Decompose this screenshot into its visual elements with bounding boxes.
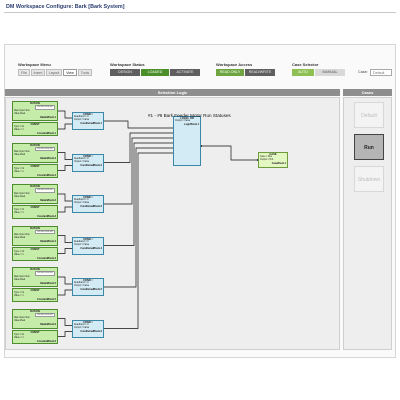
wire-data-to-cond [58,276,72,285]
case-manual-button[interactable]: MANUAL [315,69,345,76]
datain-block-name: DataInBlock.2 [40,157,56,161]
const-block-name: ConstantBlock.6 [37,339,56,343]
case-selector: AUTO MANUAL [292,69,345,76]
datain-block-name: DataInBlock.1 [40,115,56,119]
wire-const-to-cond [58,165,72,171]
wire-data-to-cond [58,318,72,326]
case-block-name: CaseBlock.1 [271,162,286,166]
status-activate-button[interactable]: ACTIVATE [170,69,200,76]
cond-block[interactable]: COND = Deadband = 0 Output = False Conditio… [72,112,104,130]
status-design-button[interactable]: DESIGN [110,69,140,76]
datain-block-name: DataInBlock.5 [40,281,56,285]
cases-panel: Default Run Shutdown [343,97,392,350]
const-block-name: ConstantBlock.3 [37,215,56,219]
datain-tag: FRGEDR3RJ6F [35,105,55,110]
datain-block[interactable]: DATAIN FRGEDR3RJ6F Raw Input: Run Value:Rea… [12,267,58,287]
menu-insert-button[interactable]: Insert [31,69,45,76]
wire-data-to-cond [58,193,72,202]
case-select[interactable]: Default [370,69,392,76]
const-block[interactable]: CONST Type = Int Value = 1 ConstantBlock.1 [12,122,58,136]
cond-block[interactable]: COND = Deadband = 0 Output = False Conditio… [72,278,104,296]
case-auto-button[interactable]: AUTO [292,69,314,76]
diagram-title: #1 - #6 Bark Feeder Motor Run Statuses [148,113,231,118]
menu-file-button[interactable]: File [18,69,30,76]
case-run-button[interactable]: Run [354,134,384,160]
datain-block[interactable]: DATAIN FRGEDR3RJ6F Raw Input: Run Value:Rea… [12,225,58,246]
datain-block[interactable]: DATAIN FRGEDR3RJ6F Raw Input: Run Value:Rea… [12,308,58,329]
cond-block[interactable]: COND = Deadband = 0 Output = False Conditio… [72,319,104,338]
menu-view-button[interactable]: View [63,69,77,76]
cond-block-name: ConditionalBlock.6 [80,329,102,333]
selection-logic-canvas[interactable]: DATAIN FRGEDR3RJ6F Raw Input: Run Value:Rea… [5,97,340,350]
cond-block[interactable]: COND = Deadband = 0 Output = False Conditio… [72,153,104,172]
wire-cond-to-logic [104,120,173,129]
logic-or-block[interactable]: LOGIC: OR Output = False LogicBlock.1 [173,116,201,166]
case-shutdown-button[interactable]: Shutdown [354,166,384,192]
page-title: DM Workspace Configure: Bark [Bark Syste… [6,4,125,10]
wire-const-to-cond [58,248,72,254]
const-block-name: ConstantBlock.1 [37,132,56,136]
menu-tools-button[interactable]: Tools [78,69,92,76]
logic-block-name: LogicBlock.1 [184,123,199,127]
wire-cond-to-logic [104,147,173,288]
cond-block-name: ConditionalBlock.1 [80,122,102,126]
wire-cond-to-logic [104,152,173,329]
const-block[interactable]: CONST Type = Int Value = 1 ConstantBlock.3 [12,205,58,219]
workspace-access-label: Workspace Access [216,62,253,67]
datain-block[interactable]: DATAIN FRGEDR3RJ6F Raw Input: Run Value:Rea… [12,142,58,163]
wire-data-to-cond [58,152,72,160]
case-field-label: Case: [358,70,368,74]
const-block[interactable]: CONST Type = Int Value = 1 ConstantBlock.4 [12,246,58,261]
datain-tag: FRGEDR3RJ6F [35,188,55,193]
wire-data-to-cond [58,235,72,243]
cond-block-name: ConditionalBlock.5 [80,288,102,292]
access-read-write-button[interactable]: READ/WRITE [245,69,275,76]
wire-logic-to-case [201,145,258,161]
const-block[interactable]: CONST Type = Int Value = 1 ConstantBlock.6 [12,329,58,344]
wire-const-to-cond [58,289,72,296]
cond-block-name: ConditionalBlock.3 [80,205,102,209]
datain-tag: FRGEDR3RJ6F [35,271,55,276]
datain-tag: FRGEDR3RJ6F [35,229,55,235]
const-block[interactable]: CONST Type = Int Value = 1 ConstantBlock.5 [12,288,58,302]
wire-const-to-cond [58,206,72,213]
datain-block-name: DataInBlock.3 [40,198,56,202]
const-block-name: ConstantBlock.4 [37,256,56,260]
workspace-status: DESIGN LOADED ACTIVATE [110,69,200,76]
cond-block-name: ConditionalBlock.2 [80,163,102,167]
workspace-menu-label: Workspace Menu [18,62,51,67]
cond-block[interactable]: COND = Deadband = 0 Output = False Conditio… [72,236,104,255]
workspace-menu: File Insert Layout View Tools [18,69,92,76]
wire-const-to-cond [58,123,72,130]
cond-block-name: ConditionalBlock.4 [80,246,102,250]
access-read-only-button[interactable]: READ ONLY [216,69,244,76]
const-block-name: ConstantBlock.2 [37,173,56,177]
cases-header: Cases [343,89,392,96]
case-default-button[interactable]: Default [354,102,384,128]
datain-tag: FRGEDR3RJ6F [35,312,55,318]
wire-data-to-cond [58,110,72,119]
workspace-access: READ ONLY READ/WRITE [216,69,275,76]
wire-cond-to-logic [104,142,173,246]
case-block[interactable]: CASE Case = Run Output = N/A CaseBlock.1 [258,152,288,168]
workspace-status-label: Workspace Status [110,62,145,67]
menu-layout-button[interactable]: Layout [46,69,62,76]
const-block[interactable]: CONST Type = Int Value = 1 ConstantBlock.2 [12,163,58,178]
datain-block[interactable]: DATAIN FRGEDR3RJ6F Raw Input: Run Value:Rea… [12,184,58,204]
title-divider [4,12,396,13]
cond-block[interactable]: COND = Deadband = 0 Output = False Conditio… [72,195,104,213]
const-block-name: ConstantBlock.5 [37,298,56,302]
wire-const-to-cond [58,331,72,337]
datain-tag: FRGEDR3RJ6F [35,146,55,152]
datain-block[interactable]: DATAIN FRGEDR3RJ6F Raw Input: Run Value:Rea… [12,101,58,121]
status-loaded-button[interactable]: LOADED [141,69,169,76]
datain-block-name: DataInBlock.6 [40,323,56,327]
datain-block-name: DataInBlock.4 [40,240,56,244]
selection-logic-header: Selection Logic [5,89,340,96]
case-selector-label: Case Selector [292,62,319,67]
